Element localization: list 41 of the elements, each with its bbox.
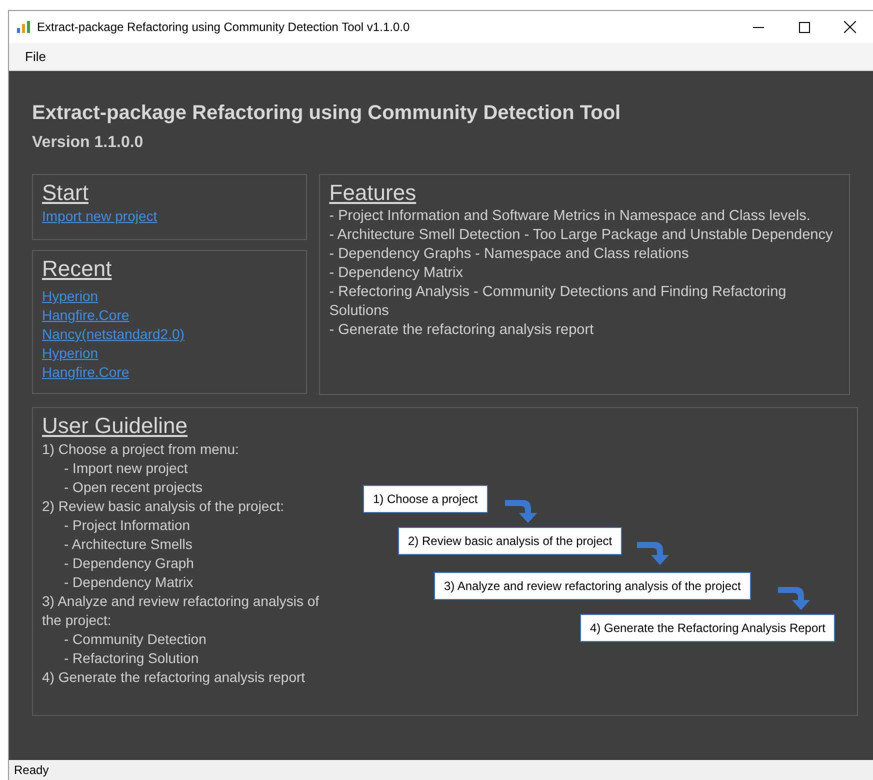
feature-item: - Project Information and Software Metrics in Namespace and Class levels. (329, 207, 812, 226)
recent-project-link[interactable]: Hangfire.Core (42, 363, 130, 382)
feature-item: - Architecture Smell Detection - Too Large Package and Unstable Dependency (329, 226, 834, 245)
window-title: Extract-package Refactoring using Community Detection Tool v1.1.0.0 (37, 19, 410, 36)
recent-project-link[interactable]: Hyperion (42, 344, 98, 363)
maximize-icon (798, 22, 810, 32)
guideline-step: 2) Review basic analysis of the project: (42, 497, 342, 516)
panel-heading: User Guideline (42, 412, 188, 440)
panel-heading: Features (329, 179, 416, 207)
guideline-substep: - Import new project (63, 459, 189, 478)
feature-item: - Generate the refactoring analysis report (329, 321, 595, 340)
menu-item[interactable]: File (9, 46, 62, 66)
flow-step-box: 2) Review basic analysis of the project (398, 527, 622, 555)
guideline-substep: - Dependency Graph (63, 554, 195, 573)
close-icon (844, 21, 856, 33)
app-title: Extract-package Refactoring using Community Detection Tool (32, 101, 622, 126)
guideline-substep: - Refactoring Solution (63, 649, 200, 668)
recent-project-link[interactable]: Hyperion (42, 287, 98, 306)
guideline-step: 3) Analyze and review refactoring analysis of the project: (42, 592, 342, 630)
guideline-substep: - Dependency Matrix (63, 573, 194, 592)
recent-project-link[interactable]: Hangfire.Core (42, 306, 130, 325)
panel-heading: Recent (42, 255, 112, 283)
guideline-substep: - Open recent projects (63, 478, 204, 497)
flow-step-box: 1) Choose a project (363, 485, 488, 513)
flow-step-box: 3) Analyze and review refactoring analysis of the project (434, 572, 751, 600)
feature-item: - Refectoring Analysis - Community Detections and Finding Refactoring Solutions (329, 283, 788, 321)
flow-step-box: 4) Generate the Refactoring Analysis Report (580, 614, 836, 642)
panel-heading: Start (42, 179, 88, 207)
bar-chart-icon (17, 21, 31, 33)
guideline-step: 4) Generate the refactoring analysis report (42, 668, 342, 687)
guideline-substep: - Community Detection (63, 630, 208, 649)
recent-project-link[interactable]: Nancy(netstandard2.0) (42, 325, 184, 344)
status-text: Ready (14, 762, 49, 779)
minimize-icon (752, 26, 764, 28)
version-label: Version 1.1.0.0 (32, 133, 144, 153)
feature-item: - Dependency Graphs - Namespace and Class relations (329, 245, 690, 264)
guideline-substep: - Architecture Smells (63, 535, 194, 554)
guideline-substep: - Project Information (63, 516, 192, 535)
import-link[interactable]: Import new project (42, 207, 158, 226)
guideline-step: 1) Choose a project from menu: (42, 440, 342, 459)
feature-item: - Dependency Matrix (329, 264, 464, 283)
